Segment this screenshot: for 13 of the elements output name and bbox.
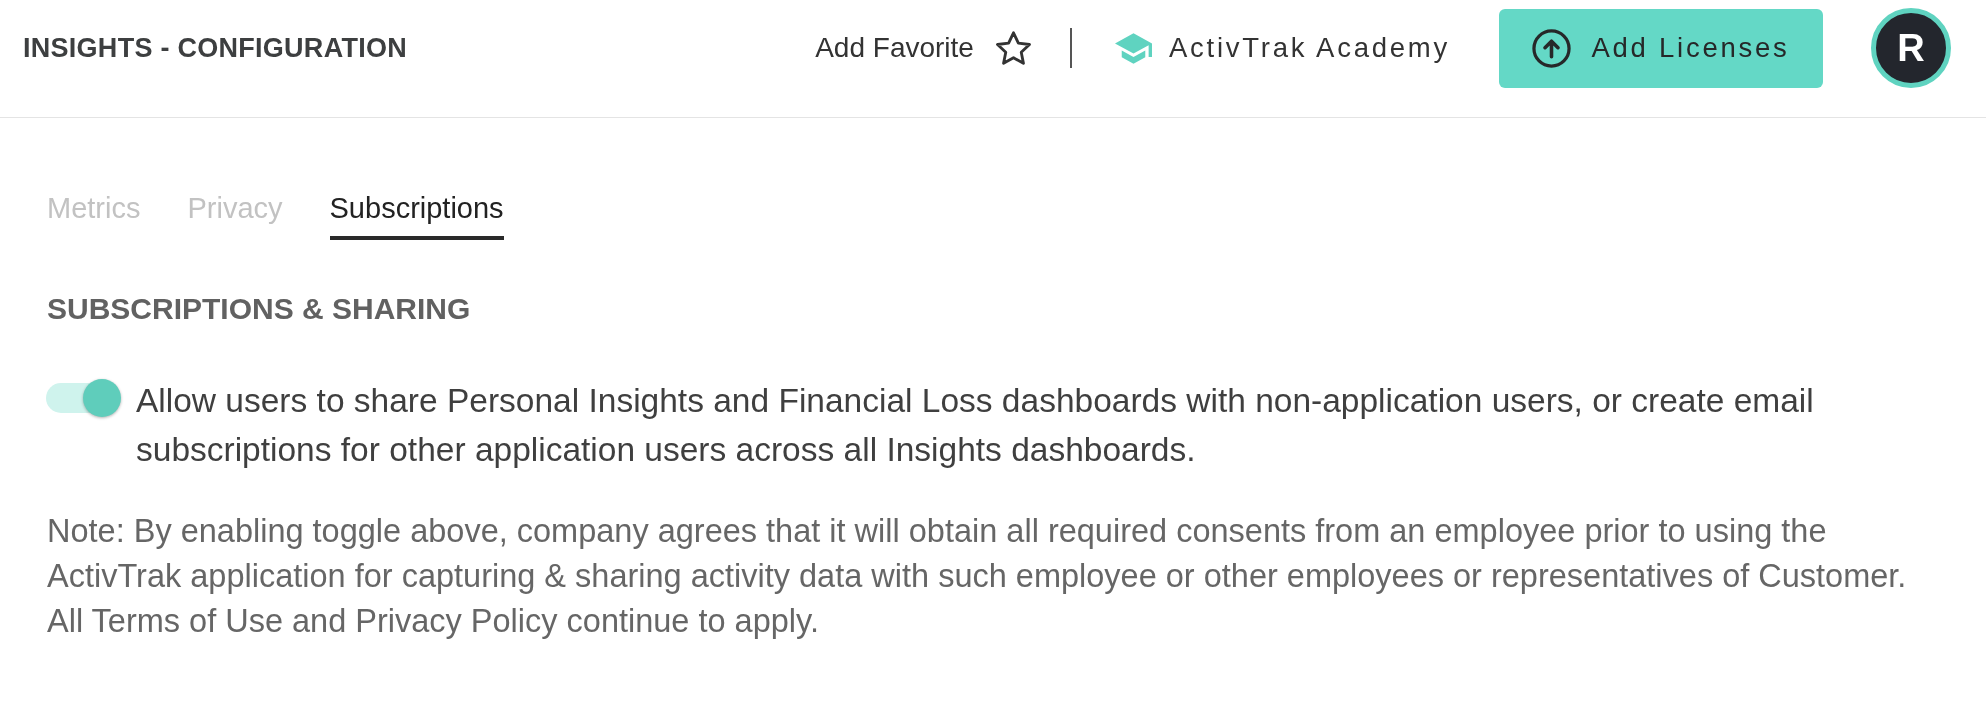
note-text: Note: By enabling toggle above, company agrees that it will obtain all required consents from an employee prior to using the ActivTrak application for capturing & sharing activity data with such employee or other employees or representatives of Customer. All Terms of Use and Privacy Policy continue to apply. bbox=[47, 512, 1908, 641]
star-icon bbox=[994, 30, 1032, 66]
upload-icon bbox=[1532, 28, 1572, 68]
academy-link[interactable]: ActivTrak Academy bbox=[1114, 27, 1450, 69]
toggle-label: Allow users to share Personal Insights and Financial Loss dashboards with non-application users, or create email subscriptions for other application users across all Insights dashboards. bbox=[136, 381, 1815, 470]
section-heading: SUBSCRIPTIONS & SHARING bbox=[47, 292, 471, 326]
toggle-switch[interactable] bbox=[46, 379, 121, 417]
add-licenses-button[interactable]: Add Licenses bbox=[1499, 8, 1823, 88]
user-avatar[interactable]: R bbox=[1871, 8, 1951, 88]
add-favorite-button[interactable]: Add Favorite bbox=[815, 27, 1032, 69]
tab[interactable]: Subscriptions bbox=[329, 191, 504, 240]
graduation-cap-icon bbox=[1114, 32, 1152, 64]
page-title: INSIGHTS - CONFIGURATION bbox=[23, 34, 407, 62]
